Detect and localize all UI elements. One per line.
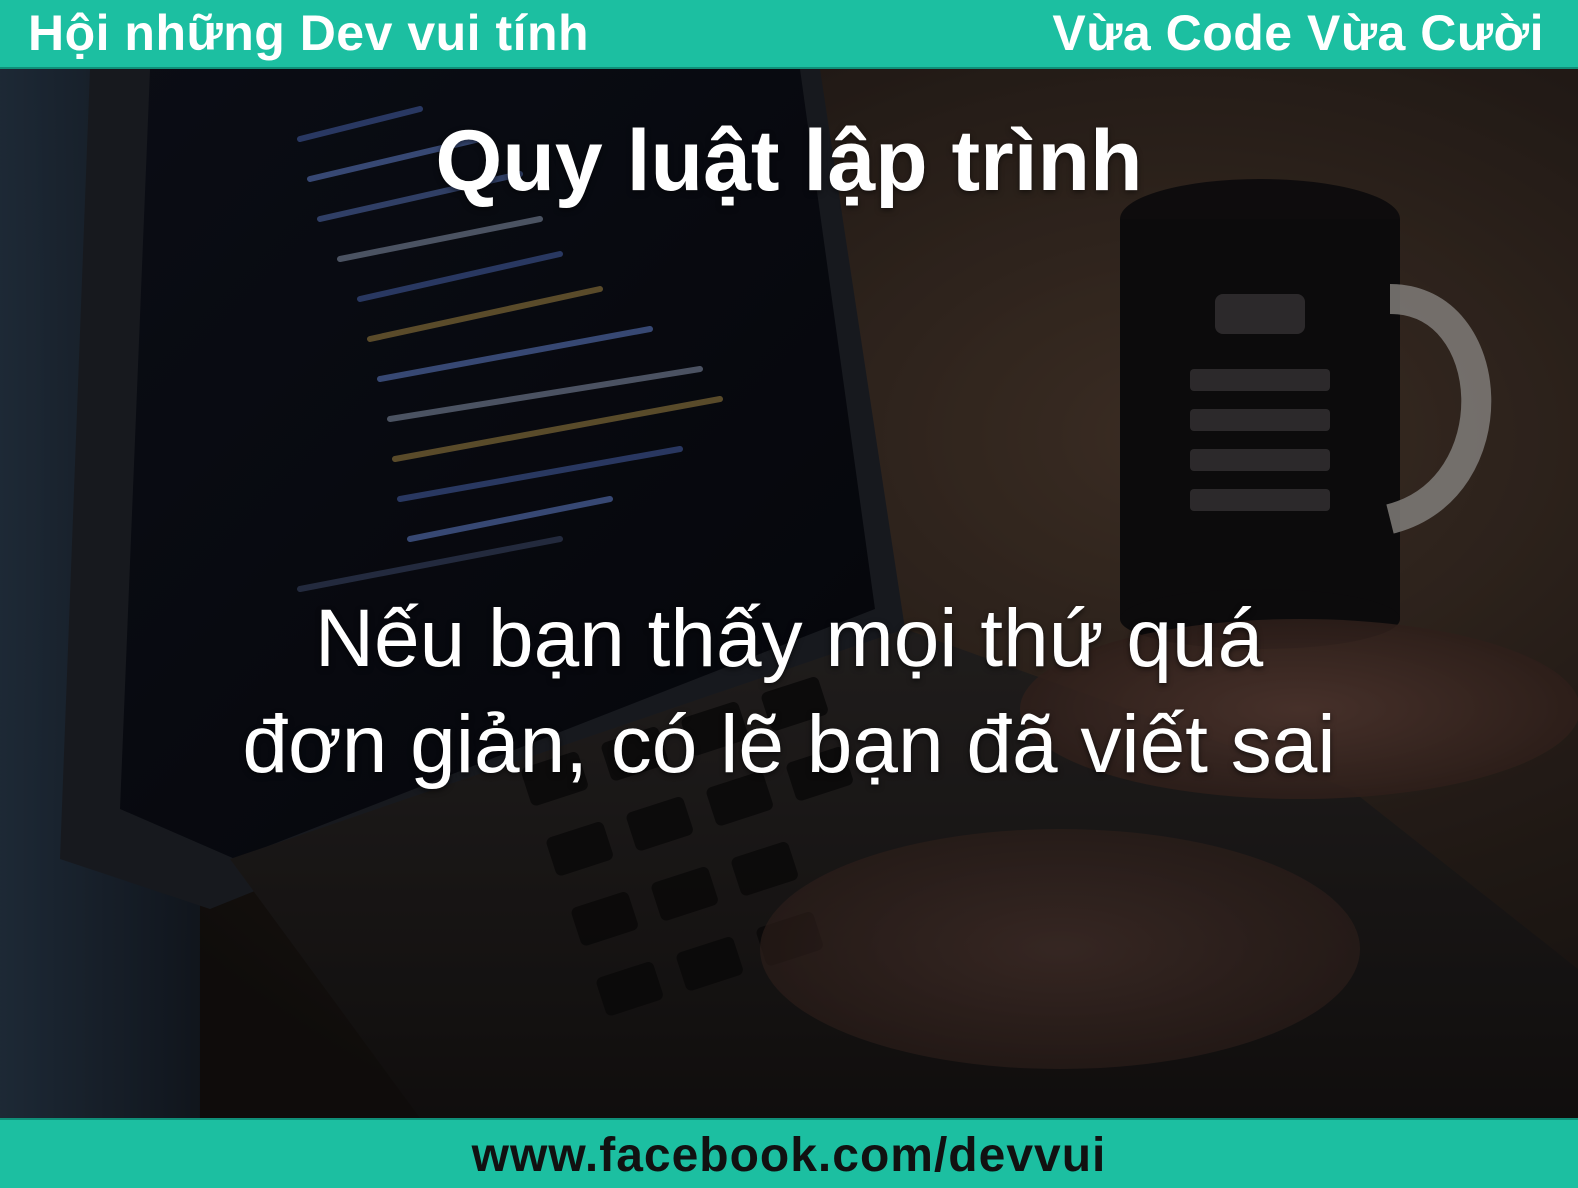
quote-text: Nếu bạn thấy mọi thứ quá đơn giản, có lẽ…: [60, 586, 1518, 798]
group-name: Hội những Dev vui tính: [28, 5, 590, 61]
footer-bar: www.facebook.com/devvui: [0, 1118, 1578, 1188]
meme-card: Hội những Dev vui tính Vừa Code Vừa Cười: [0, 0, 1578, 1188]
facebook-url: www.facebook.com/devvui: [471, 1129, 1107, 1182]
page-title: Quy luật lập trình: [435, 113, 1143, 209]
header-bar: Hội những Dev vui tính Vừa Code Vừa Cười: [0, 0, 1578, 69]
quote-line-1: Nếu bạn thấy mọi thứ quá: [314, 593, 1264, 684]
quote-line-2: đơn giản, có lẽ bạn đã viết sai: [242, 699, 1336, 790]
group-slogan: Vừa Code Vừa Cười: [1052, 5, 1544, 61]
